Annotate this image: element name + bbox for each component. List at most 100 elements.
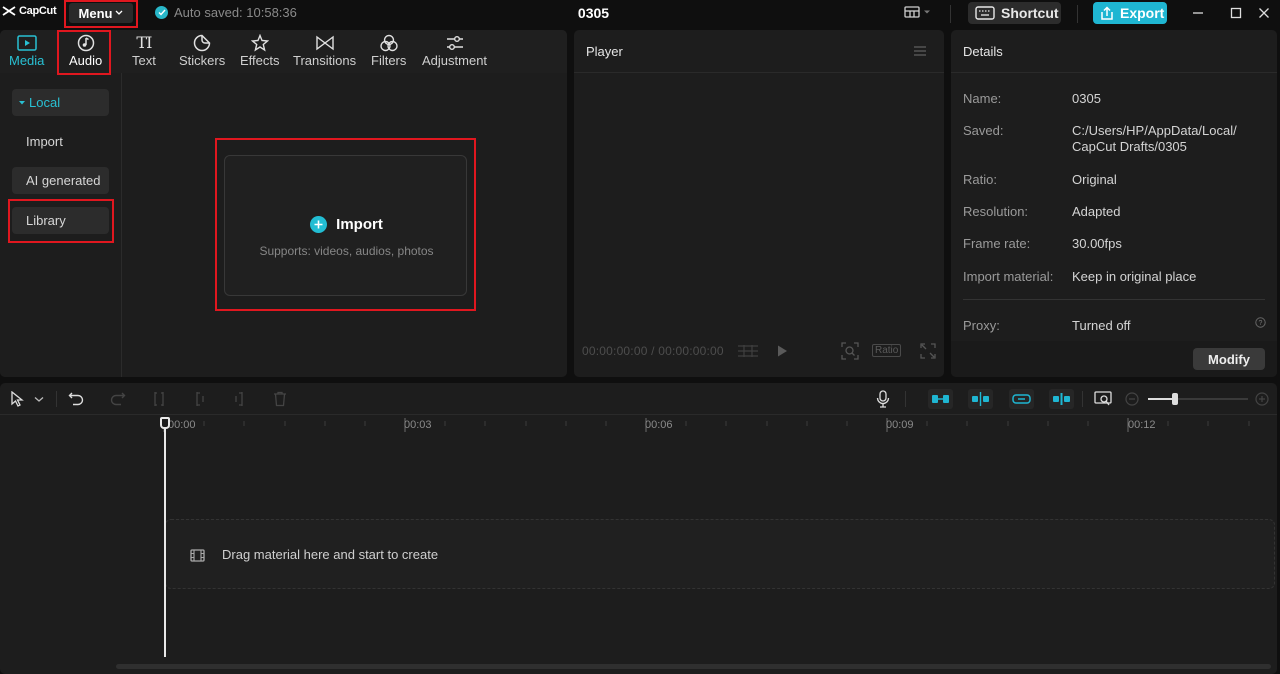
detail-label-proxy: Proxy: bbox=[963, 318, 1000, 333]
close-button[interactable] bbox=[1256, 5, 1272, 21]
detail-value-resolution: Adapted bbox=[1072, 204, 1121, 219]
zoom-to-fit-icon[interactable] bbox=[1094, 391, 1112, 407]
tab-stickers[interactable]: Stickers bbox=[179, 33, 225, 68]
effects-icon bbox=[250, 33, 269, 52]
hamburger-menu-icon[interactable] bbox=[913, 45, 927, 57]
undo-icon[interactable] bbox=[68, 391, 84, 407]
player-timecode: 00:00:00:00 / 00:00:00:00 bbox=[582, 344, 724, 358]
trash-icon[interactable] bbox=[273, 391, 287, 407]
detail-value-ratio: Original bbox=[1072, 172, 1117, 187]
timeline-drop-zone[interactable]: Drag material here and start to create bbox=[165, 519, 1275, 589]
tab-label: Effects bbox=[240, 53, 280, 68]
sidebar-item-label: Library bbox=[26, 213, 66, 228]
microphone-icon[interactable] bbox=[876, 390, 890, 408]
tab-label: Transitions bbox=[293, 53, 357, 68]
sidebar-item-ai-generated[interactable]: AI generated bbox=[12, 167, 109, 194]
main-track-magnet-button[interactable] bbox=[928, 389, 953, 409]
tab-media[interactable]: Media bbox=[9, 33, 44, 68]
modify-button[interactable]: Modify bbox=[1193, 348, 1265, 370]
layout-button[interactable] bbox=[904, 6, 931, 18]
shortcut-label: Shortcut bbox=[1001, 5, 1059, 21]
toolbar-divider bbox=[1082, 391, 1083, 407]
timeline-scrollbar[interactable] bbox=[116, 664, 1271, 669]
tab-filters[interactable]: Filters bbox=[371, 33, 406, 68]
import-dropzone[interactable]: Import Supports: videos, audios, photos bbox=[224, 155, 467, 296]
detail-value-proxy: Turned off bbox=[1072, 318, 1131, 333]
title-bar: CapCut Menu Auto saved: 10:58:36 0305 Sh… bbox=[0, 0, 1280, 28]
tab-label: Adjustment bbox=[422, 53, 488, 68]
detail-label-resolution: Resolution: bbox=[963, 204, 1029, 219]
tab-effects[interactable]: Effects bbox=[240, 33, 280, 68]
split-icon[interactable] bbox=[152, 391, 166, 407]
playhead-handle[interactable] bbox=[160, 417, 170, 429]
transitions-icon bbox=[315, 35, 334, 50]
export-button[interactable]: Export bbox=[1093, 2, 1167, 24]
minimize-icon bbox=[1193, 12, 1203, 14]
tab-adjustment[interactable]: Adjustment bbox=[422, 33, 487, 68]
redo-icon[interactable] bbox=[110, 391, 126, 407]
import-subtitle: Supports: videos, audios, photos bbox=[259, 244, 434, 258]
divider bbox=[1077, 5, 1078, 23]
shortcut-button[interactable]: Shortcut bbox=[968, 2, 1061, 24]
detail-value-saved: C:/Users/HP/AppData/Local/ bbox=[1072, 123, 1237, 138]
tab-audio[interactable]: Audio bbox=[69, 33, 102, 68]
detail-label-ratio: Ratio: bbox=[963, 172, 997, 187]
select-cursor-icon[interactable] bbox=[10, 391, 24, 407]
maximize-button[interactable] bbox=[1228, 5, 1244, 21]
sidebar-item-local[interactable]: Local bbox=[12, 89, 109, 116]
detail-value-saved-line2: CapCut Drafts/0305 bbox=[1072, 139, 1187, 154]
import-title: Import bbox=[336, 216, 383, 233]
auto-snap-button[interactable] bbox=[968, 389, 993, 409]
chevron-down-icon bbox=[924, 10, 930, 14]
sidebar-item-import[interactable]: Import bbox=[12, 128, 109, 155]
zoom-in-icon[interactable] bbox=[1255, 392, 1269, 406]
timeline-grid-icon[interactable] bbox=[737, 344, 759, 358]
zoom-slider-handle[interactable] bbox=[1172, 393, 1178, 405]
zoom-fit-icon[interactable] bbox=[841, 342, 859, 360]
sidebar-item-library[interactable]: Library bbox=[12, 207, 109, 234]
tick-label: 00:09 bbox=[886, 419, 914, 431]
player-panel: Player 00:00:00:00 / 00:00:00:00 Ratio bbox=[574, 30, 944, 377]
detail-label-import-material: Import material: bbox=[963, 269, 1054, 284]
close-icon bbox=[1259, 8, 1269, 18]
help-icon[interactable]: ? bbox=[1255, 317, 1266, 328]
delete-right-icon[interactable] bbox=[232, 391, 246, 407]
ratio-button[interactable]: Ratio bbox=[872, 344, 902, 357]
maximize-icon bbox=[1230, 7, 1242, 19]
magnet-link-icon bbox=[932, 395, 949, 403]
playhead[interactable] bbox=[160, 417, 170, 657]
media-sidebar: Local Import AI generated Library bbox=[0, 73, 122, 377]
tab-label: Audio bbox=[69, 53, 103, 68]
details-title: Details bbox=[963, 44, 1003, 59]
tab-text[interactable]: TI Text bbox=[132, 33, 156, 68]
minimize-button[interactable] bbox=[1190, 5, 1206, 21]
sidebar-item-label: Import bbox=[26, 134, 63, 149]
media-panel: Media Audio TI Text Stickers Effects Tra… bbox=[0, 30, 567, 377]
delete-left-icon[interactable] bbox=[193, 391, 207, 407]
timeline-ruler[interactable]: 00:00 00:03 00:06 00:09 00:12 bbox=[0, 415, 1277, 435]
zoom-out-icon[interactable] bbox=[1125, 392, 1139, 406]
detail-value-name: 0305 bbox=[1072, 91, 1101, 106]
preview-axis-button[interactable] bbox=[1049, 389, 1074, 409]
film-icon bbox=[190, 549, 205, 562]
chevron-down-icon[interactable] bbox=[34, 396, 44, 403]
tab-transitions[interactable]: Transitions bbox=[293, 33, 356, 68]
detail-label-saved: Saved: bbox=[963, 123, 1004, 138]
toolbar-divider bbox=[56, 391, 57, 407]
audio-icon bbox=[77, 34, 94, 51]
play-icon[interactable] bbox=[776, 344, 788, 358]
linkage-button[interactable] bbox=[1009, 389, 1034, 409]
fullscreen-icon[interactable] bbox=[920, 343, 936, 359]
detail-label-name: Name: bbox=[963, 91, 1002, 106]
timeline-toolbar bbox=[0, 383, 1277, 415]
stickers-icon bbox=[193, 34, 211, 51]
tick-label: 00:00 bbox=[168, 419, 196, 431]
tick-label: 00:03 bbox=[404, 419, 432, 431]
sidebar-item-label: AI generated bbox=[26, 173, 101, 188]
export-icon bbox=[1101, 5, 1113, 20]
tab-label: Filters bbox=[371, 53, 407, 68]
zoom-slider-track[interactable] bbox=[1148, 393, 1248, 405]
svg-text:?: ? bbox=[1259, 320, 1263, 327]
import-button[interactable]: Import bbox=[225, 216, 468, 233]
sidebar-item-label: Local bbox=[29, 95, 61, 110]
